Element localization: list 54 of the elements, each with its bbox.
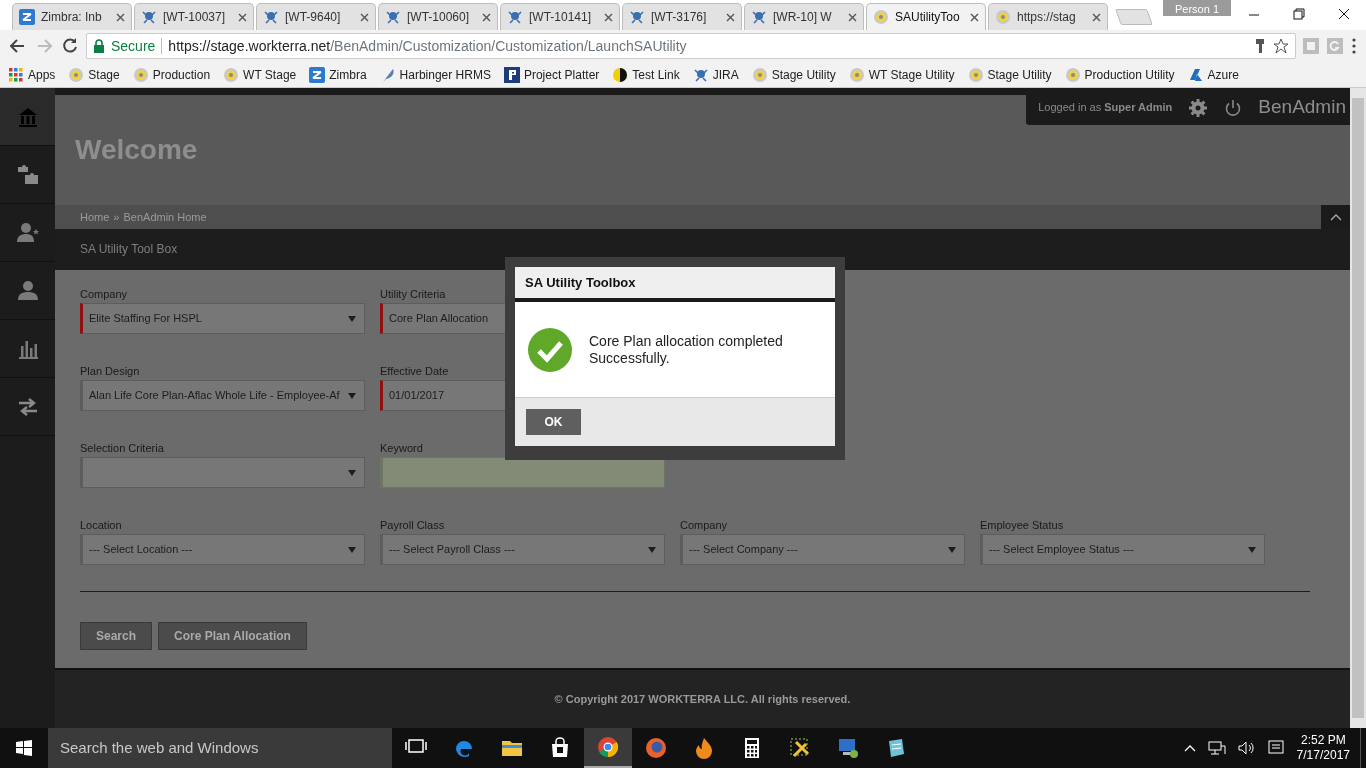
dropdown[interactable]: --- Select Company --- <box>680 534 965 565</box>
ok-button[interactable]: OK <box>526 409 581 435</box>
field-label: Employee Status <box>980 518 1065 533</box>
search-field[interactable]: Search the web and Windows <box>48 728 392 768</box>
browser-tab[interactable]: Zimbra: Inb <box>12 3 132 30</box>
field-label: Company <box>680 518 729 533</box>
secure-label: Secure <box>111 36 156 56</box>
action-button[interactable]: Search <box>80 622 153 650</box>
action-button[interactable]: Core Plan Allocation <box>158 622 307 650</box>
dialog-message: Core Plan allocation completed Successfully. <box>589 332 784 367</box>
clock[interactable]: 2:52 PM 7/17/2017 <box>1286 733 1360 763</box>
bookmark[interactable]: Stage <box>68 65 120 84</box>
browser-tab[interactable]: [WT-10141] <box>500 3 620 30</box>
copyright-text: © Copyright 2017 WORKTERRA LLC. All rights reserved. <box>554 691 851 707</box>
bookmark[interactable]: Azure <box>1187 65 1239 84</box>
page-title: SA Utility Tool Box <box>80 242 178 257</box>
field-label: Company <box>80 287 129 302</box>
bookmark[interactable]: WT Stage Utility <box>848 65 955 84</box>
dialog-title: SA Utility Toolbox <box>525 273 636 292</box>
bookmark[interactable]: Apps <box>8 65 56 84</box>
bookmark[interactable]: WT Stage <box>223 65 297 84</box>
dropdown[interactable]: Alan Life Core Plan-Aflac Whole Life - Employee-Af <box>80 380 365 411</box>
field-label: Effective Date <box>380 364 450 379</box>
dropdown[interactable]: --- Select Location --- <box>80 534 365 565</box>
brand-name: BenAdmin <box>1258 95 1347 120</box>
field-label: Selection Criteria <box>80 441 165 456</box>
login-status: Logged in as Super Admin <box>1038 100 1173 116</box>
browser-tab[interactable]: [WT-10037] <box>134 3 254 30</box>
url-text: https://stage.workterra.net/BenAdmin/Customization/Customization/LaunchSAUtility <box>168 36 687 56</box>
dropdown[interactable]: --- Select Payroll Class --- <box>380 534 665 565</box>
dropdown[interactable]: --- Select Employee Status --- <box>980 534 1265 565</box>
address-bar[interactable]: Secure https://stage.workterra.net/BenAdmin/Customization/Customization/LaunchSAUtility <box>86 33 1296 59</box>
browser-tab[interactable]: [WT-10060] <box>378 3 498 30</box>
bookmark[interactable]: Harbinger HRMS <box>379 65 491 84</box>
browser-tab[interactable]: SAUtilityToo <box>866 3 986 30</box>
browser-tab[interactable]: [WT-3176] <box>622 3 742 30</box>
bookmark[interactable]: Production Utility <box>1064 65 1175 84</box>
breadcrumb-separator: » <box>113 209 120 225</box>
browser-tab[interactable]: https://stag <box>988 3 1108 30</box>
field-label: Keyword <box>380 441 424 456</box>
bookmark[interactable]: Stage Utility <box>751 65 836 84</box>
bookmark[interactable]: Zimbra <box>309 65 367 84</box>
field-label: Utility Criteria <box>380 287 447 302</box>
field-label: Payroll Class <box>380 518 446 533</box>
field-label: Location <box>80 518 123 533</box>
field-label: Plan Design <box>80 364 141 379</box>
browser-tab[interactable]: [WR-10] W <box>744 3 864 30</box>
bookmark[interactable]: Stage Utility <box>967 65 1052 84</box>
bookmark[interactable]: Project Platter <box>503 65 600 84</box>
dropdown[interactable]: Elite Staffing For HSPL <box>80 303 365 334</box>
bookmark[interactable]: Production <box>132 65 211 84</box>
bookmark[interactable]: JIRA <box>692 65 739 84</box>
bookmark[interactable]: Test Link <box>612 65 680 84</box>
browser-tab[interactable]: [WT-9640] <box>256 3 376 30</box>
